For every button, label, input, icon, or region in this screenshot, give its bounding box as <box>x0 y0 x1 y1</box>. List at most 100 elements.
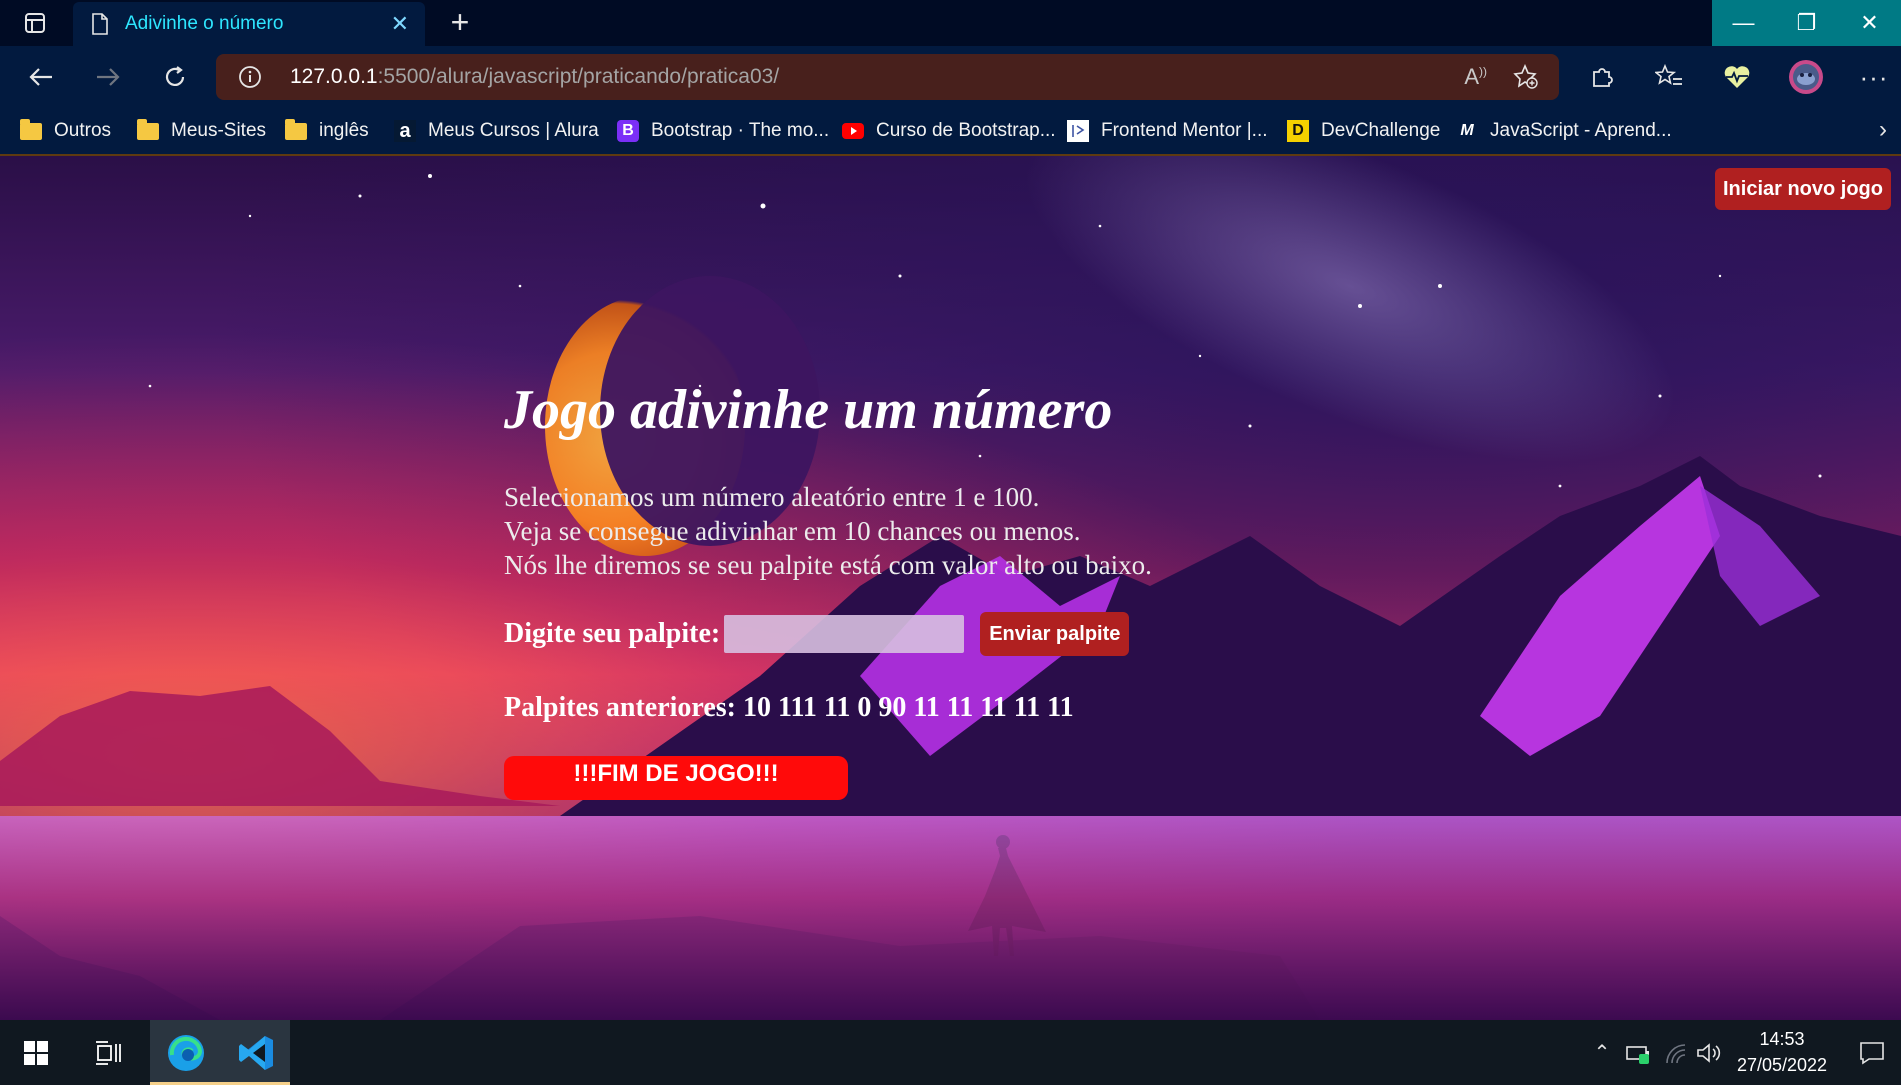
folder-icon <box>20 118 42 142</box>
url-path: :5500/alura/javascript/praticando/pratic… <box>377 65 780 88</box>
windows-start-icon <box>24 1040 48 1065</box>
show-hidden-icons-button[interactable]: ⌃ <box>1588 1020 1616 1085</box>
taskbar-edge[interactable] <box>150 1020 222 1085</box>
bookmark-label: Bootstrap · The mo... <box>651 120 830 141</box>
instruction-line: Nós lhe diremos se seu palpite está com … <box>504 550 1152 580</box>
bookmark-curso-bootstrap[interactable]: Curso de Bootstrap... <box>842 116 1056 146</box>
system-clock[interactable]: 14:53 27/05/2022 <box>1722 1026 1842 1078</box>
previous-guesses: Palpites anteriores: 10 111 11 0 90 11 1… <box>504 692 1074 723</box>
url-text[interactable]: 127.0.0.1:5500/alura/javascript/pratican… <box>290 65 779 89</box>
submit-guess-button[interactable]: Enviar palpite <box>980 612 1130 656</box>
tab-actions-icon <box>25 13 45 33</box>
wifi-icon <box>1666 1043 1686 1063</box>
refresh-button[interactable] <box>156 58 194 96</box>
game-panel: Jogo adivinhe um número Selecionamos um … <box>504 378 1404 800</box>
restore-icon[interactable]: ❐ <box>1775 0 1838 46</box>
chevron-right-icon[interactable]: › <box>1879 116 1887 144</box>
bookmark-label: Outros <box>54 120 112 141</box>
battery-tray[interactable] <box>1622 1020 1654 1085</box>
game-over-message: !!!FIM DE JOGO!!! <box>504 756 848 800</box>
clock-time: 14:53 <box>1759 1029 1805 1049</box>
start-button[interactable] <box>14 1020 58 1085</box>
url-host: 127.0.0.1 <box>290 65 378 88</box>
more-icon: ··· <box>1859 61 1889 92</box>
bookmark-alura[interactable]: a Meus Cursos | Alura <box>394 116 599 146</box>
instruction-line: Selecionamos um número aleatório entre 1… <box>504 482 1040 512</box>
address-bar[interactable]: 127.0.0.1:5500/alura/javascript/pratican… <box>216 54 1559 100</box>
favorites-list-icon <box>1655 64 1682 85</box>
guess-label: Digite seu palpite: <box>504 618 721 649</box>
clock-date: 27/05/2022 <box>1736 1055 1828 1075</box>
instruction-line: Veja se consegue adivinhar em 10 chances… <box>504 516 1081 546</box>
bookmark-label: inglês <box>319 120 369 141</box>
favorites-button[interactable] <box>1650 58 1688 96</box>
task-view-icon <box>96 1040 121 1065</box>
bookmark-outros[interactable]: Outros <box>20 116 111 146</box>
back-arrow-icon <box>29 68 52 86</box>
guess-form: Digite seu palpite: Enviar palpite <box>504 612 1404 656</box>
new-game-button[interactable]: Iniciar novo jogo <box>1715 168 1891 210</box>
bookmark-devchallenge[interactable]: D DevChallenge <box>1287 116 1440 146</box>
volume-tray[interactable] <box>1694 1020 1724 1085</box>
bootstrap-icon: B <box>617 120 639 142</box>
tab-actions-button[interactable] <box>0 0 70 46</box>
extensions-button[interactable] <box>1583 58 1621 96</box>
network-tray[interactable] <box>1660 1020 1692 1085</box>
settings-more-button[interactable]: ··· <box>1855 58 1893 96</box>
bookmark-ingles[interactable]: inglês <box>285 116 369 146</box>
close-window-icon[interactable]: ✕ <box>1838 0 1901 46</box>
windows-taskbar: ⌃ 14:53 27/05/2022 <box>0 1020 1901 1085</box>
bookmark-label: Curso de Bootstrap... <box>876 120 1056 141</box>
vscode-icon <box>239 1035 273 1070</box>
youtube-icon <box>842 120 864 142</box>
forward-arrow-icon <box>97 68 120 86</box>
mdn-icon: M <box>1460 122 1474 139</box>
notifications-button[interactable] <box>1852 1020 1892 1085</box>
read-aloud-icon[interactable]: A)) <box>1464 64 1487 90</box>
battery-icon <box>1626 1045 1649 1064</box>
folder-icon <box>285 118 307 142</box>
guess-input[interactable] <box>724 615 965 653</box>
bookmark-bootstrap[interactable]: B Bootstrap · The mo... <box>617 116 829 146</box>
browser-title-bar: Adivinhe o número ✕ + — ❐ ✕ <box>0 0 1901 46</box>
navigation-bar: 127.0.0.1:5500/alura/javascript/pratican… <box>0 46 1901 108</box>
game-instructions: Selecionamos um número aleatório entre 1… <box>504 480 1404 582</box>
task-view-button[interactable] <box>86 1020 130 1085</box>
bookmark-label: Meus-Sites <box>171 120 267 141</box>
refresh-icon <box>165 66 185 86</box>
close-tab-icon[interactable]: ✕ <box>391 13 409 35</box>
back-button[interactable] <box>22 58 60 96</box>
taskbar-vscode[interactable] <box>222 1020 290 1085</box>
background-water <box>0 816 1901 1020</box>
new-tab-button[interactable]: + <box>443 6 477 40</box>
frontend-mentor-icon <box>1067 120 1089 142</box>
bookmark-meus-sites[interactable]: Meus-Sites <box>137 116 266 146</box>
tab-title: Adivinhe o número <box>125 13 284 34</box>
add-favorite-icon[interactable] <box>1513 64 1539 90</box>
speaker-icon <box>1697 1042 1721 1063</box>
devchallenge-icon: D <box>1287 120 1309 142</box>
browser-tab-active[interactable]: Adivinhe o número ✕ <box>73 2 425 46</box>
edge-browser-icon <box>168 1034 204 1071</box>
forward-button[interactable] <box>89 58 127 96</box>
profile-button[interactable] <box>1787 58 1825 96</box>
bookmarks-bar: Outros Meus-Sites inglês a Meus Cursos |… <box>0 108 1901 156</box>
window-controls: — ❐ ✕ <box>1712 0 1901 46</box>
minimize-icon[interactable]: — <box>1712 0 1775 46</box>
notification-icon <box>1860 1041 1884 1064</box>
folder-icon <box>137 118 159 142</box>
page-icon <box>92 13 108 35</box>
page-title: Jogo adivinhe um número <box>504 379 1113 441</box>
bookmark-javascript-mdn[interactable]: M JavaScript - Aprend... <box>1456 116 1672 146</box>
chevron-up-icon: ⌃ <box>1593 1042 1611 1064</box>
bookmark-label: Meus Cursos | Alura <box>428 120 599 141</box>
bookmark-label: JavaScript - Aprend... <box>1490 120 1672 141</box>
puzzle-icon <box>1593 68 1613 87</box>
bookmark-frontend-mentor[interactable]: Frontend Mentor |... <box>1067 116 1268 146</box>
heart-pulse-icon <box>1724 66 1750 88</box>
avatar <box>1789 60 1823 94</box>
health-extension-button[interactable] <box>1718 58 1756 96</box>
alura-icon: a <box>394 120 416 142</box>
site-info-icon[interactable] <box>238 65 262 89</box>
bookmark-label: Frontend Mentor |... <box>1101 120 1268 141</box>
